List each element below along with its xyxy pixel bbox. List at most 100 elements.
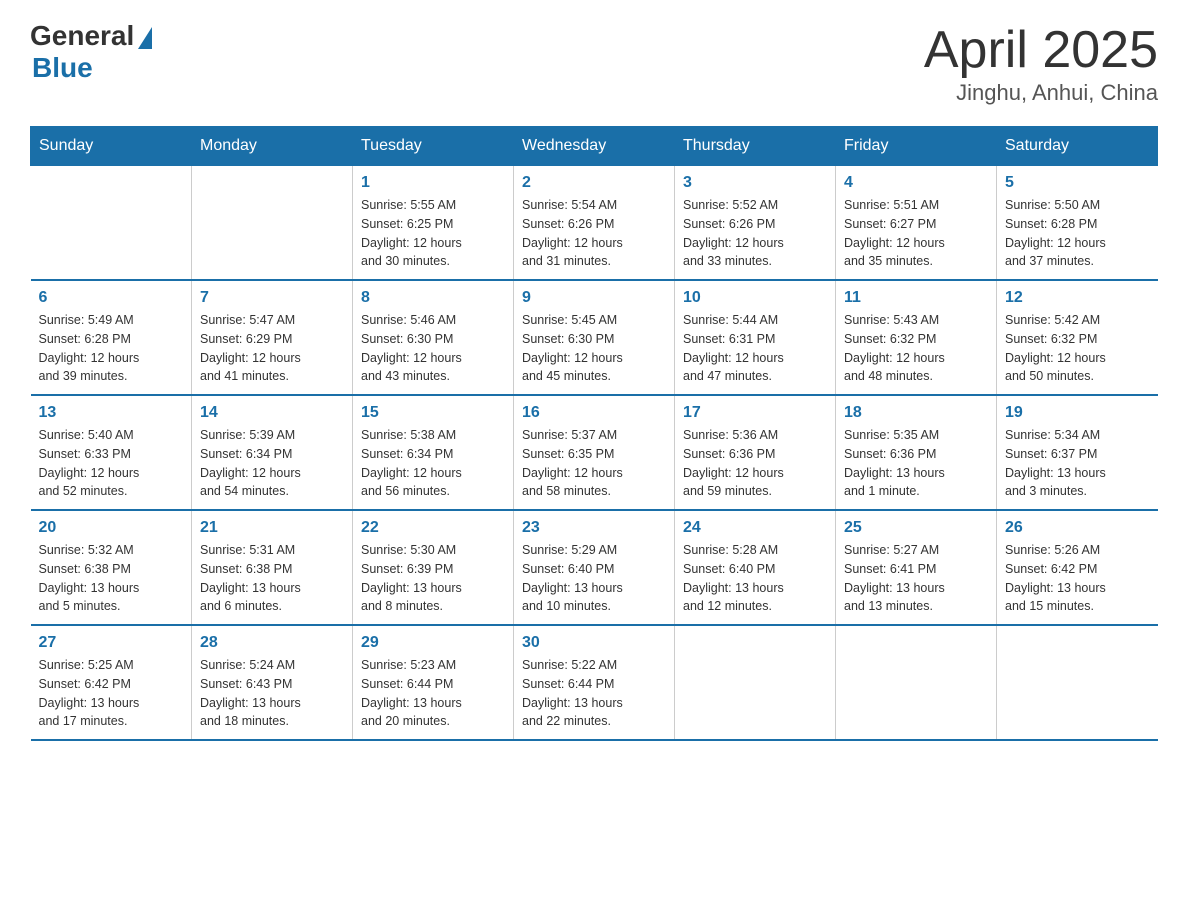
day-number: 20 — [39, 519, 184, 537]
day-info: Sunrise: 5:39 AM Sunset: 6:34 PM Dayligh… — [200, 426, 344, 501]
day-number: 29 — [361, 634, 505, 652]
calendar-subtitle: Jinghu, Anhui, China — [924, 80, 1158, 106]
day-info: Sunrise: 5:54 AM Sunset: 6:26 PM Dayligh… — [522, 196, 666, 271]
calendar-table: SundayMondayTuesdayWednesdayThursdayFrid… — [30, 126, 1158, 741]
day-number: 3 — [683, 174, 827, 192]
day-info: Sunrise: 5:29 AM Sunset: 6:40 PM Dayligh… — [522, 541, 666, 616]
day-number: 9 — [522, 289, 666, 307]
weekday-header-wednesday: Wednesday — [514, 127, 675, 166]
day-number: 16 — [522, 404, 666, 422]
weekday-header-row: SundayMondayTuesdayWednesdayThursdayFrid… — [31, 127, 1158, 166]
day-info: Sunrise: 5:37 AM Sunset: 6:35 PM Dayligh… — [522, 426, 666, 501]
day-info: Sunrise: 5:34 AM Sunset: 6:37 PM Dayligh… — [1005, 426, 1150, 501]
day-number: 6 — [39, 289, 184, 307]
day-info: Sunrise: 5:26 AM Sunset: 6:42 PM Dayligh… — [1005, 541, 1150, 616]
weekday-header-saturday: Saturday — [997, 127, 1158, 166]
calendar-cell: 19 Sunrise: 5:34 AM Sunset: 6:37 PM Dayli… — [997, 395, 1158, 510]
day-info: Sunrise: 5:38 AM Sunset: 6:34 PM Dayligh… — [361, 426, 505, 501]
calendar-cell: 13 Sunrise: 5:40 AM Sunset: 6:33 PM Dayli… — [31, 395, 192, 510]
calendar-cell: 16 Sunrise: 5:37 AM Sunset: 6:35 PM Dayli… — [514, 395, 675, 510]
day-info: Sunrise: 5:27 AM Sunset: 6:41 PM Dayligh… — [844, 541, 988, 616]
day-info: Sunrise: 5:31 AM Sunset: 6:38 PM Dayligh… — [200, 541, 344, 616]
day-info: Sunrise: 5:46 AM Sunset: 6:30 PM Dayligh… — [361, 311, 505, 386]
day-number: 28 — [200, 634, 344, 652]
weekday-header-tuesday: Tuesday — [353, 127, 514, 166]
day-number: 30 — [522, 634, 666, 652]
day-info: Sunrise: 5:23 AM Sunset: 6:44 PM Dayligh… — [361, 656, 505, 731]
calendar-week-row: 1 Sunrise: 5:55 AM Sunset: 6:25 PM Daylig… — [31, 166, 1158, 281]
day-info: Sunrise: 5:43 AM Sunset: 6:32 PM Dayligh… — [844, 311, 988, 386]
calendar-cell: 2 Sunrise: 5:54 AM Sunset: 6:26 PM Daylig… — [514, 166, 675, 281]
title-section: April 2025 Jinghu, Anhui, China — [924, 20, 1158, 106]
day-info: Sunrise: 5:40 AM Sunset: 6:33 PM Dayligh… — [39, 426, 184, 501]
weekday-header-friday: Friday — [836, 127, 997, 166]
calendar-cell: 21Sunrise: 5:31 AM Sunset: 6:38 PM Dayli… — [192, 510, 353, 625]
day-info: Sunrise: 5:55 AM Sunset: 6:25 PM Dayligh… — [361, 196, 505, 271]
day-number: 11 — [844, 289, 988, 307]
weekday-header-thursday: Thursday — [675, 127, 836, 166]
day-info: Sunrise: 5:49 AM Sunset: 6:28 PM Dayligh… — [39, 311, 184, 386]
day-info: Sunrise: 5:44 AM Sunset: 6:31 PM Dayligh… — [683, 311, 827, 386]
day-number: 14 — [200, 404, 344, 422]
weekday-header-monday: Monday — [192, 127, 353, 166]
day-number: 27 — [39, 634, 184, 652]
calendar-cell: 15Sunrise: 5:38 AM Sunset: 6:34 PM Dayli… — [353, 395, 514, 510]
logo-general-text: General — [30, 20, 134, 52]
calendar-week-row: 13 Sunrise: 5:40 AM Sunset: 6:33 PM Dayli… — [31, 395, 1158, 510]
day-info: Sunrise: 5:52 AM Sunset: 6:26 PM Dayligh… — [683, 196, 827, 271]
day-number: 12 — [1005, 289, 1150, 307]
day-info: Sunrise: 5:32 AM Sunset: 6:38 PM Dayligh… — [39, 541, 184, 616]
calendar-cell: 22 Sunrise: 5:30 AM Sunset: 6:39 PM Dayli… — [353, 510, 514, 625]
day-info: Sunrise: 5:30 AM Sunset: 6:39 PM Dayligh… — [361, 541, 505, 616]
day-info: Sunrise: 5:50 AM Sunset: 6:28 PM Dayligh… — [1005, 196, 1150, 271]
day-info: Sunrise: 5:36 AM Sunset: 6:36 PM Dayligh… — [683, 426, 827, 501]
calendar-cell: 12 Sunrise: 5:42 AM Sunset: 6:32 PM Dayli… — [997, 280, 1158, 395]
calendar-cell: 25 Sunrise: 5:27 AM Sunset: 6:41 PM Dayli… — [836, 510, 997, 625]
day-number: 17 — [683, 404, 827, 422]
day-number: 4 — [844, 174, 988, 192]
calendar-cell: 17 Sunrise: 5:36 AM Sunset: 6:36 PM Dayli… — [675, 395, 836, 510]
calendar-cell: 18 Sunrise: 5:35 AM Sunset: 6:36 PM Dayli… — [836, 395, 997, 510]
calendar-week-row: 6 Sunrise: 5:49 AM Sunset: 6:28 PM Daylig… — [31, 280, 1158, 395]
calendar-cell: 11 Sunrise: 5:43 AM Sunset: 6:32 PM Dayli… — [836, 280, 997, 395]
calendar-cell: 23 Sunrise: 5:29 AM Sunset: 6:40 PM Dayli… — [514, 510, 675, 625]
calendar-week-row: 20 Sunrise: 5:32 AM Sunset: 6:38 PM Dayli… — [31, 510, 1158, 625]
calendar-cell: 29 Sunrise: 5:23 AM Sunset: 6:44 PM Dayli… — [353, 625, 514, 740]
calendar-cell — [836, 625, 997, 740]
calendar-cell: 20 Sunrise: 5:32 AM Sunset: 6:38 PM Dayli… — [31, 510, 192, 625]
day-number: 26 — [1005, 519, 1150, 537]
calendar-cell: 6 Sunrise: 5:49 AM Sunset: 6:28 PM Daylig… — [31, 280, 192, 395]
logo: General Blue — [30, 20, 152, 84]
day-number: 18 — [844, 404, 988, 422]
calendar-cell: 30Sunrise: 5:22 AM Sunset: 6:44 PM Dayli… — [514, 625, 675, 740]
day-number: 25 — [844, 519, 988, 537]
day-number: 19 — [1005, 404, 1150, 422]
day-number: 24 — [683, 519, 827, 537]
calendar-cell: 26 Sunrise: 5:26 AM Sunset: 6:42 PM Dayli… — [997, 510, 1158, 625]
day-info: Sunrise: 5:51 AM Sunset: 6:27 PM Dayligh… — [844, 196, 988, 271]
calendar-cell: 4 Sunrise: 5:51 AM Sunset: 6:27 PM Daylig… — [836, 166, 997, 281]
day-number: 7 — [200, 289, 344, 307]
day-number: 23 — [522, 519, 666, 537]
day-info: Sunrise: 5:45 AM Sunset: 6:30 PM Dayligh… — [522, 311, 666, 386]
calendar-week-row: 27Sunrise: 5:25 AM Sunset: 6:42 PM Dayli… — [31, 625, 1158, 740]
logo-triangle-icon — [138, 27, 152, 49]
day-number: 5 — [1005, 174, 1150, 192]
calendar-cell: 9 Sunrise: 5:45 AM Sunset: 6:30 PM Daylig… — [514, 280, 675, 395]
day-info: Sunrise: 5:35 AM Sunset: 6:36 PM Dayligh… — [844, 426, 988, 501]
day-info: Sunrise: 5:42 AM Sunset: 6:32 PM Dayligh… — [1005, 311, 1150, 386]
day-number: 2 — [522, 174, 666, 192]
day-number: 13 — [39, 404, 184, 422]
day-info: Sunrise: 5:47 AM Sunset: 6:29 PM Dayligh… — [200, 311, 344, 386]
weekday-header-sunday: Sunday — [31, 127, 192, 166]
calendar-title: April 2025 — [924, 20, 1158, 80]
calendar-header: SundayMondayTuesdayWednesdayThursdayFrid… — [31, 127, 1158, 166]
day-number: 8 — [361, 289, 505, 307]
calendar-cell: 14 Sunrise: 5:39 AM Sunset: 6:34 PM Dayli… — [192, 395, 353, 510]
day-info: Sunrise: 5:24 AM Sunset: 6:43 PM Dayligh… — [200, 656, 344, 731]
calendar-cell: 1 Sunrise: 5:55 AM Sunset: 6:25 PM Daylig… — [353, 166, 514, 281]
calendar-cell — [675, 625, 836, 740]
day-info: Sunrise: 5:28 AM Sunset: 6:40 PM Dayligh… — [683, 541, 827, 616]
day-number: 22 — [361, 519, 505, 537]
day-number: 1 — [361, 174, 505, 192]
